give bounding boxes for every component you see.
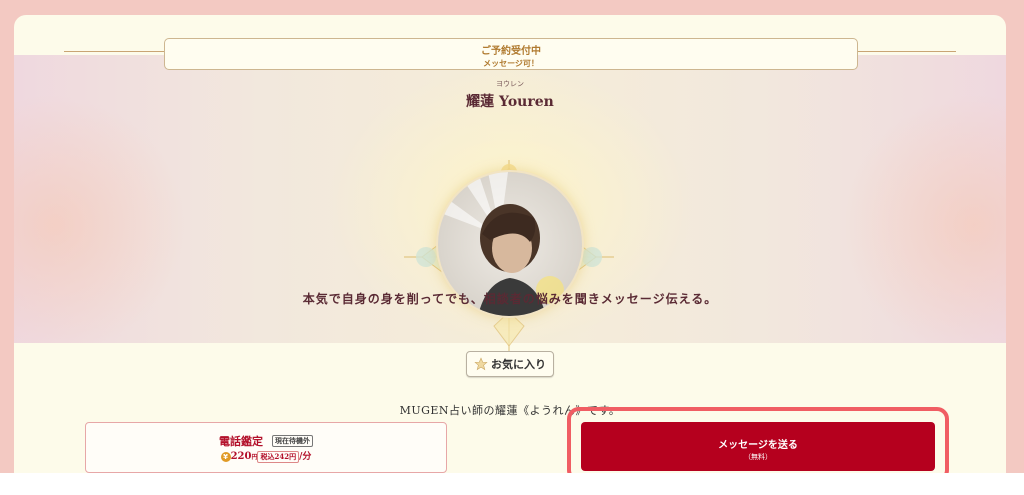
fortune-teller-name: 耀蓮 Youren	[466, 94, 554, 110]
send-message-label: メッセージを送る	[718, 440, 798, 451]
star-icon	[474, 357, 488, 371]
phone-price: 220	[230, 451, 252, 462]
profile-tagline: 本気で自身の身を削ってでも、相談者の悩みを聞きメッセージ伝える。	[302, 292, 718, 306]
name-reading: ヨウレン	[496, 80, 524, 88]
send-message-sublabel: （無料）	[744, 453, 772, 461]
reservation-status-badge: ご予約受付中 メッセージ可！	[164, 38, 858, 70]
coin-icon: ¥	[220, 452, 231, 462]
profile-card: ご予約受付中 メッセージ可！ ヨウレン 耀蓮 Youren 本気で自身の身を削っ…	[14, 15, 1006, 473]
phone-price-tax: 税込242円	[257, 451, 300, 463]
status-main-text: ご予約受付中	[481, 46, 541, 57]
phone-status-badge: 現在待機外	[272, 435, 314, 447]
favorite-label: お気に入り	[491, 358, 546, 371]
phone-reading-box[interactable]: 電話鑑定 現在待機外 ¥220円 税込242円/分	[85, 422, 447, 473]
page-bottom-strip	[0, 473, 1024, 495]
favorite-button[interactable]: お気に入り	[466, 351, 554, 377]
status-sub-text: メッセージ可！	[483, 59, 539, 68]
send-message-button[interactable]: メッセージを送る （無料）	[581, 422, 935, 471]
phone-reading-title: 電話鑑定	[218, 435, 263, 448]
phone-price-per: /分	[299, 452, 312, 462]
